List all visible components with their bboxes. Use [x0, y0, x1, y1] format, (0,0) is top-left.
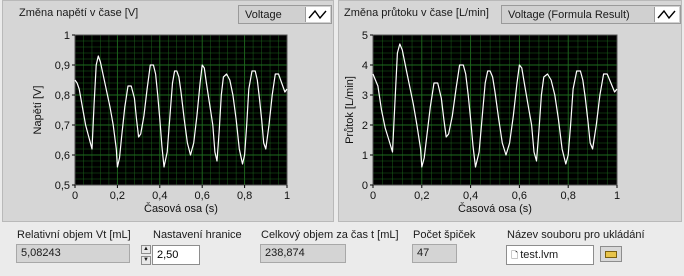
x-tick-label: 0,6 — [195, 190, 210, 202]
y-tick-label: 0,5 — [55, 180, 70, 192]
browse-button[interactable] — [600, 246, 622, 262]
y-tick-label: 1 — [64, 30, 70, 42]
threshold-spin-arrows-icon[interactable]: ▲ ▼ — [141, 245, 151, 265]
y-tick-label: 0,8 — [55, 90, 70, 102]
total-volume-indicator: 238,874 — [260, 244, 346, 263]
x-axis-label: Časová osa (s) — [144, 202, 218, 215]
decrement-arrow-icon[interactable]: ▼ — [141, 256, 151, 265]
peaks-label: Počet špiček — [413, 229, 476, 241]
x-tick-label: 0 — [72, 190, 78, 202]
y-tick-label: 0,7 — [55, 120, 70, 132]
flow-chart: 0 0,2 0,4 0,6 0,8 1 0 1 2 3 4 5 Časová osa (s) Průtok… — [344, 30, 620, 215]
flow-graph-panel: Změna průtoku v čase [L/min] Voltage (Fo… — [338, 0, 682, 222]
x-tick-label: 0,2 — [110, 190, 125, 202]
y-tick-label: 2 — [362, 120, 368, 132]
x-tick-label: 0,4 — [463, 190, 478, 202]
x-tick-label: 1 — [284, 190, 290, 202]
voltage-graph-panel: Změna napětí v čase [V] Voltage 0 0,2 0,4 0… — [2, 0, 334, 222]
x-tick-label: 0,4 — [152, 190, 167, 202]
y-tick-label: 4 — [362, 60, 368, 72]
x-tick-label: 0,8 — [237, 190, 252, 202]
plot-area — [75, 35, 287, 185]
plot-area — [373, 35, 617, 185]
folder-icon — [605, 251, 617, 258]
x-tick-label: 1 — [614, 190, 620, 202]
y-axis-label: Napětí [V] — [32, 86, 44, 135]
total-volume-label: Celkový objem za čas t [mL] — [261, 229, 399, 241]
y-tick-label: 0 — [362, 180, 368, 192]
y-tick-label: 3 — [362, 90, 368, 102]
peaks-indicator: 47 — [412, 244, 457, 263]
filename-label: Název souboru pro ukládání — [507, 229, 645, 241]
x-tick-label: 0,8 — [561, 190, 576, 202]
filename-value: test.lvm — [520, 249, 559, 261]
x-tick-label: 0,6 — [512, 190, 527, 202]
x-tick-label: 0 — [370, 190, 376, 202]
threshold-label: Nastavení hranice — [153, 229, 242, 241]
x-axis-label: Časová osa (s) — [458, 202, 532, 215]
x-tick-label: 0,2 — [414, 190, 429, 202]
rel-volume-label: Relativní objem Vt [mL] — [17, 229, 131, 241]
y-axis-label: Průtok [L/min] — [344, 76, 356, 144]
voltage-chart: 0 0,2 0,4 0,6 0,8 1 0,5 0,6 0,7 0,8 0,9 1 Časová osa… — [32, 30, 290, 215]
y-tick-label: 1 — [362, 150, 368, 162]
rel-volume-indicator: 5,08243 — [16, 244, 130, 263]
y-tick-label: 0,6 — [55, 150, 70, 162]
y-tick-label: 5 — [362, 30, 368, 42]
threshold-input[interactable] — [152, 245, 200, 265]
y-tick-label: 0,9 — [55, 60, 70, 72]
increment-arrow-icon[interactable]: ▲ — [141, 245, 151, 254]
path-prefix-icon: 🗋 — [511, 250, 519, 260]
filename-path-control[interactable]: 🗋 test.lvm — [506, 245, 594, 265]
